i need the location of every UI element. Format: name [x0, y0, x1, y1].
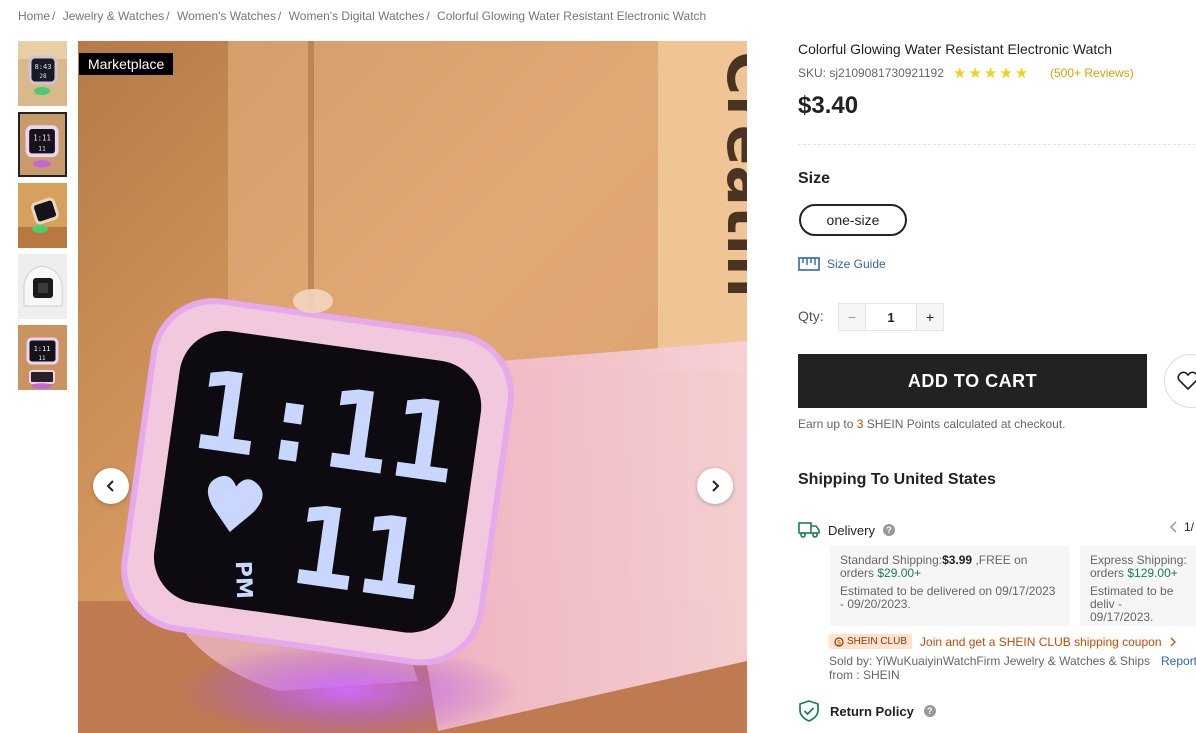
thumbnail-2[interactable]: 1:11 11: [18, 112, 67, 177]
express-estimate: Estimated to be deliv - 09/17/2023.: [1090, 584, 1174, 624]
heart-icon: [1177, 371, 1196, 391]
size-label: Size: [798, 170, 831, 187]
svg-text:8:43: 8:43: [35, 63, 52, 71]
delivery-row: Delivery ?: [798, 521, 895, 539]
standard-free-threshold: $29.00+: [877, 566, 922, 580]
points-suffix: SHEIN Points calculated at checkout.: [866, 417, 1066, 431]
wishlist-button[interactable]: [1164, 354, 1196, 408]
gallery-prev-button[interactable]: [93, 468, 129, 504]
svg-text:28: 28: [39, 73, 47, 80]
qty-input[interactable]: 1: [865, 304, 917, 330]
express-free-threshold: $129.00+: [1127, 566, 1178, 580]
product-sku: SKU: sj2109081730921192: [798, 66, 944, 80]
chevron-right-icon: [712, 480, 720, 492]
reviews-link[interactable]: (500+ Reviews): [1050, 66, 1134, 80]
ruler-icon: [798, 257, 820, 271]
delivery-label: Delivery: [828, 522, 875, 538]
watch-time-bottom: 11: [284, 481, 433, 626]
truck-icon: [798, 522, 820, 538]
standard-shipping-card: Standard Shipping:$3.99 ,FREE on orders …: [830, 546, 1070, 626]
points-note: Earn up to 3 SHEIN Points calculated at …: [798, 417, 1066, 431]
shein-club-badge: S SHEIN CLUB: [829, 634, 913, 649]
chevron-left-icon: [106, 480, 114, 492]
standard-estimate: Estimated to be delivered on 09/17/2023 …: [840, 584, 1056, 611]
thumbnail-5[interactable]: 1:11 11: [18, 325, 67, 390]
divider: [798, 144, 1196, 145]
gallery-next-button[interactable]: [697, 468, 733, 504]
thumbnail-1[interactable]: 8:43 28: [18, 41, 67, 106]
club-coin-icon: S: [834, 636, 844, 647]
chevron-right-icon: [1170, 637, 1176, 646]
svg-text:1:11: 1:11: [34, 345, 51, 353]
breadcrumb-separator: /: [277, 9, 282, 23]
size-option-one-size[interactable]: one-size: [799, 204, 907, 236]
breadcrumb-womens-watches[interactable]: Women's Watches: [177, 9, 276, 23]
watch-meridiem: PM: [230, 560, 256, 599]
size-guide-link[interactable]: Size Guide: [798, 257, 886, 271]
svg-text:1:11: 1:11: [33, 133, 51, 142]
breadcrumb-jewelry[interactable]: Jewelry & Watches: [63, 9, 165, 23]
thumbnail-4[interactable]: [18, 254, 67, 319]
rating-stars: ★★★★★: [953, 65, 1031, 82]
svg-text:11: 11: [38, 145, 46, 153]
express-free-line: orders $129.00+: [1090, 567, 1186, 580]
shein-club-text: Join and get a SHEIN CLUB shipping coupo…: [920, 634, 1162, 649]
breadcrumb-separator: /: [166, 9, 170, 23]
breadcrumb-separator: /: [52, 9, 56, 23]
standard-shipping-name: Standard Shipping:: [840, 553, 943, 567]
sold-by: Sold by: YiWuKuaiyinWatchFirm Jewelry & …: [829, 654, 1150, 682]
size-guide-label: Size Guide: [827, 257, 886, 271]
box-print-text: Creatin: [713, 51, 747, 298]
quantity-stepper: − 1 +: [838, 303, 944, 331]
breadcrumb-home[interactable]: Home: [18, 9, 50, 23]
thumbnail-list: 8:43 28 1:11 11 1:11 11: [18, 41, 67, 396]
product-price: $3.40: [798, 92, 859, 119]
add-to-cart-button[interactable]: ADD TO CART: [798, 354, 1147, 408]
shein-club-badge-text: SHEIN CLUB: [847, 636, 908, 647]
points-prefix: Earn up to: [798, 417, 854, 431]
qty-label: Qty:: [798, 308, 824, 324]
shield-check-icon: [799, 700, 819, 722]
marketplace-badge: Marketplace: [79, 53, 174, 75]
breadcrumb: Home / Jewelry & Watches / Women's Watches…: [18, 9, 706, 23]
report-link[interactable]: Report: [1161, 654, 1196, 668]
product-title: Colorful Glowing Water Resistant Electro…: [798, 41, 1113, 57]
express-free-text: orders: [1090, 566, 1125, 580]
chevron-left-icon[interactable]: [1170, 521, 1178, 533]
svg-text:S: S: [837, 639, 841, 646]
help-icon[interactable]: ?: [923, 705, 936, 717]
return-policy-row[interactable]: Return Policy ?: [798, 700, 936, 722]
shein-club-promo[interactable]: S SHEIN CLUB Join and get a SHEIN CLUB s…: [829, 634, 1176, 649]
breadcrumb-separator: /: [426, 9, 430, 23]
shipping-title: Shipping To United States: [798, 471, 996, 488]
product-main-image: Creatin 1:11 11 PM: [78, 41, 747, 733]
qty-minus-button[interactable]: −: [839, 304, 865, 330]
help-icon[interactable]: ?: [882, 524, 895, 536]
standard-shipping-price: $3.99: [942, 553, 973, 567]
standard-shipping-line: Standard Shipping:$3.99 ,FREE on orders …: [840, 554, 1060, 580]
breadcrumb-digital-watches[interactable]: Women's Digital Watches: [289, 9, 425, 23]
shipping-pager: 1/: [1170, 520, 1194, 534]
breadcrumb-current: Colorful Glowing Water Resistant Electro…: [437, 9, 707, 23]
qty-plus-button[interactable]: +: [917, 304, 943, 330]
svg-text:11: 11: [38, 355, 46, 362]
return-policy-label: Return Policy: [830, 703, 914, 719]
express-shipping-card: Express Shipping:$1 orders $129.00+ Esti…: [1080, 546, 1196, 626]
pager-text: 1/: [1184, 520, 1195, 534]
points-value: 3: [856, 417, 864, 431]
thumbnail-3[interactable]: [18, 183, 67, 248]
